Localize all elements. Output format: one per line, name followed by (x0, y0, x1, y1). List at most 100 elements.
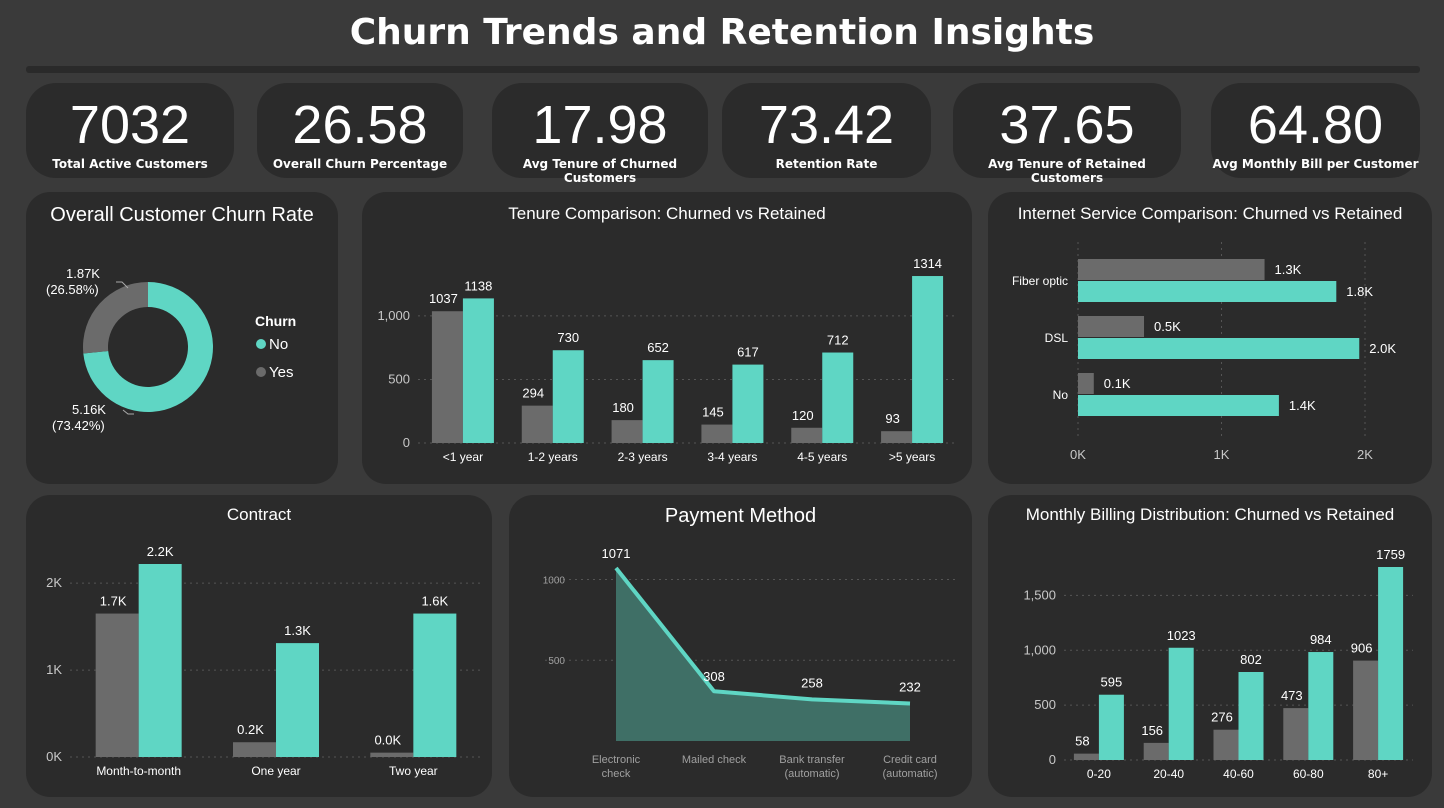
dashboard-title: Churn Trends and Retention Insights (349, 12, 1095, 53)
kpi-card-churn-percentage[interactable]: 26.58 Overall Churn Percentage (257, 83, 463, 178)
x-tick-label: 0-20 (1087, 767, 1111, 781)
y-tick-label: Fiber optic (1012, 274, 1068, 288)
x-tick-label: 1K (1214, 447, 1230, 462)
bar-retained (552, 350, 584, 443)
y-tick-label: No (1053, 388, 1069, 402)
data-label: 617 (737, 345, 759, 360)
x-tick-label: Mailed check (682, 754, 747, 766)
kpi-card-avg-monthly-bill[interactable]: 64.80 Avg Monthly Bill per Customer (1211, 83, 1420, 178)
bar-churned (1078, 316, 1145, 337)
kpi-card-avg-tenure-churned[interactable]: 17.98 Avg Tenure of Churned Customers (492, 83, 708, 185)
y-tick-label: 500 (548, 656, 565, 667)
payment-method-area-chart[interactable]: 500 1000 1071 308 258 232 Electronic check Maile… (509, 495, 972, 797)
data-label: 2.0K (1369, 341, 1396, 356)
x-tick-label: <1 year (443, 450, 483, 464)
data-label: 156 (1141, 723, 1163, 738)
y-tick-label: 0 (403, 435, 410, 450)
x-tick-label: (automatic) (882, 768, 937, 780)
data-label: 984 (1310, 632, 1332, 647)
x-tick-label: Two year (389, 764, 438, 778)
bar-retained (642, 360, 674, 443)
data-label: 180 (612, 400, 634, 415)
bar-churned (370, 752, 414, 757)
data-label: 1759 (1376, 547, 1405, 562)
data-label: 906 (1351, 641, 1373, 656)
data-label: 1037 (429, 291, 458, 306)
kpi-label: Avg Monthly Bill per Customer (1212, 157, 1419, 171)
kpi-value: 17.98 (532, 95, 668, 155)
data-label: 0.0K (374, 733, 401, 748)
bar-churned (611, 420, 643, 443)
bar-retained (912, 276, 944, 443)
churn-donut-chart[interactable]: 5.16K(73.42%) 1.87K(26.58%) Churn No Yes (26, 192, 338, 484)
legend-title: Churn (255, 313, 296, 329)
data-label: 308 (703, 669, 725, 684)
data-label: 802 (1240, 652, 1262, 667)
bar-retained (1238, 672, 1264, 760)
x-tick-label: Credit card (883, 754, 937, 766)
contract-bar-chart[interactable]: 0K 1K 2K 1.7K 2.2K Month-to-month 0.2K 1.3K One … (26, 495, 492, 797)
data-label: 1.3K (284, 623, 311, 638)
churn-rate-card: Overall Customer Churn Rate 5.16K (73.42%… (26, 192, 338, 484)
bar-retained (732, 364, 764, 443)
title-divider (26, 66, 1420, 73)
data-label: 258 (801, 675, 823, 690)
x-tick-label: 80+ (1368, 767, 1388, 781)
donut-percent-label: (26.58%) (46, 282, 99, 297)
bar-retained (1078, 395, 1279, 416)
data-label: 93 (885, 411, 899, 426)
x-tick-label: 40-60 (1223, 767, 1254, 781)
data-label: 595 (1101, 675, 1123, 690)
y-tick-label: 1000 (543, 575, 566, 586)
data-label: 1.4K (1289, 398, 1316, 413)
bar-retained (413, 613, 457, 757)
kpi-card-avg-tenure-retained[interactable]: 37.65 Avg Tenure of Retained Customers (953, 83, 1181, 185)
y-tick-label: 1,000 (377, 308, 410, 323)
y-tick-label: 500 (388, 371, 410, 386)
bar-retained (1078, 281, 1337, 302)
legend-label-yes: Yes (269, 364, 293, 381)
kpi-label: Avg Tenure of Retained Customers (988, 157, 1146, 185)
kpi-label: Retention Rate (775, 157, 878, 171)
bar-churned (701, 424, 733, 443)
tenure-bar-chart[interactable]: 0 500 1,000 1037 1138 <1 year 294 730 1-2 years 1… (362, 192, 972, 484)
bar-retained (138, 564, 182, 757)
x-tick-label: Month-to-month (96, 764, 181, 778)
kpi-value: 7032 (69, 95, 191, 155)
data-label: 232 (899, 680, 921, 695)
bar-churned (1073, 753, 1099, 760)
x-tick-label: check (602, 768, 631, 780)
bar-retained (1098, 694, 1124, 760)
internet-service-bar-chart[interactable]: 0K 1K 2K Fiber optic 1.3K 1.8K DSL 0.5K 2.0K No 0.… (988, 192, 1432, 484)
area-fill (616, 568, 910, 741)
kpi-label: Avg Tenure of Churned Customers (522, 157, 678, 185)
bar-retained (276, 643, 319, 757)
payment-method-card: Payment Method 500 1000 1071 308 258 232 Elect… (509, 495, 972, 797)
data-label: 1138 (464, 278, 492, 293)
data-label: 58 (1075, 734, 1089, 749)
bar-churned (1353, 660, 1379, 760)
data-label: 1071 (602, 546, 631, 561)
billing-bar-chart[interactable]: 0 500 1,000 1,500 58 595 0-20 156 1023 20-40 276 80… (988, 495, 1432, 797)
data-label: 1.6K (421, 594, 448, 609)
leader-line (122, 409, 134, 415)
data-label: 276 (1211, 710, 1233, 725)
bar-retained (822, 352, 854, 443)
y-tick-label: 1,500 (1023, 587, 1056, 602)
y-tick-label: 1K (46, 662, 62, 677)
donut-percent-label: (73.42%) (52, 418, 105, 433)
bar-churned (1283, 708, 1309, 760)
kpi-label: Total Active Customers (52, 157, 208, 171)
x-tick-label: One year (251, 764, 300, 778)
kpi-card-retention-rate[interactable]: 73.42 Retention Rate (722, 83, 931, 178)
x-tick-label: 4-5 years (797, 450, 847, 464)
data-label: 294 (522, 386, 544, 401)
data-label: 1.8K (1346, 284, 1373, 299)
x-tick-label: (automatic) (784, 768, 839, 780)
x-tick-label: 1-2 years (528, 450, 578, 464)
x-tick-label: 2K (1357, 447, 1373, 462)
bar-churned (233, 742, 276, 757)
contract-card: Contract 0K 1K 2K 1.7K 2.2K Month-to-month 0.2… (26, 495, 492, 797)
kpi-card-total-customers[interactable]: 7032 Total Active Customers (26, 83, 234, 178)
data-label: 0.5K (1154, 319, 1181, 334)
